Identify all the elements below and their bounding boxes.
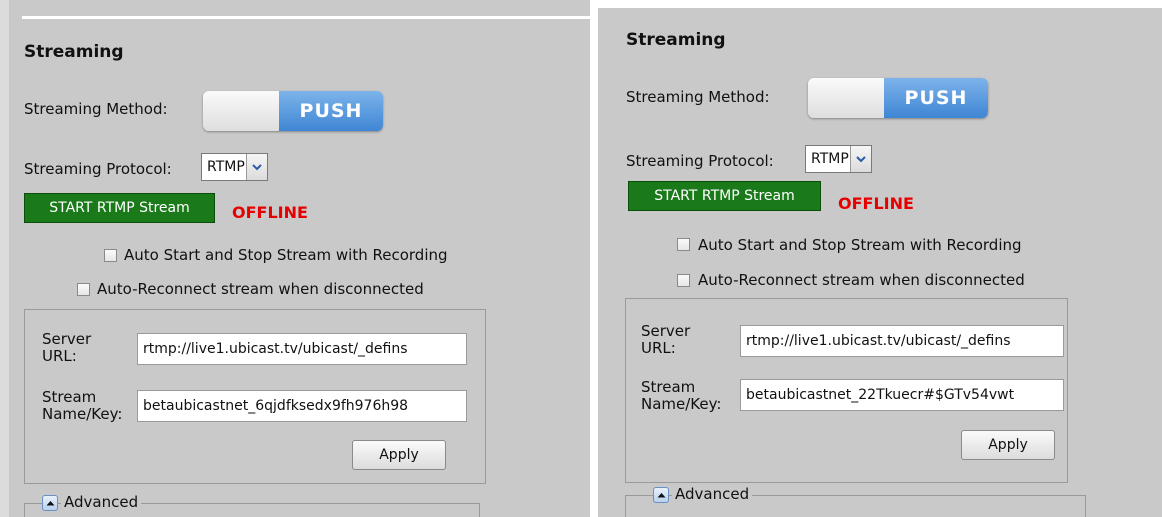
protocol-select[interactable]: RTMP [201,153,268,181]
chevron-up-icon[interactable] [42,495,58,511]
server-url-input[interactable]: rtmp://live1.ubicast.tv/ubicast/_defins [740,325,1064,357]
rtmp-settings-box: Server URL: rtmp://live1.ubicast.tv/ubic… [24,309,486,484]
apply-button[interactable]: Apply [352,440,446,470]
toggle-knob[interactable] [203,91,280,131]
advanced-fieldset-right-border [1085,495,1086,517]
stream-status-badge: OFFLINE [838,194,914,213]
streaming-panel-right: Streaming Streaming Method: PUSH Streami… [598,0,1162,517]
protocol-select-value: RTMP [207,159,245,175]
auto-reconnect-label: Auto-Reconnect stream when disconnected [698,271,1025,289]
toggle-push-label: PUSH [279,91,383,131]
auto-start-checkbox[interactable] [104,249,117,262]
auto-start-checkbox[interactable] [677,238,690,251]
streaming-method-label: Streaming Method: [24,100,168,118]
apply-button[interactable]: Apply [961,430,1055,460]
protocol-select[interactable]: RTMP [805,145,872,173]
rtmp-settings-box: Server URL: rtmp://live1.ubicast.tv/ubic… [625,298,1068,483]
server-url-input[interactable]: rtmp://live1.ubicast.tv/ubicast/_defins [137,333,467,365]
server-url-label: Server URL: [641,322,691,357]
start-rtmp-stream-button[interactable]: START RTMP Stream [628,181,821,211]
stream-key-input[interactable]: betaubicastnet_22Tkuecr#$GTv54vwt [740,379,1064,411]
streaming-protocol-label: Streaming Protocol: [24,160,172,178]
stream-status-badge: OFFLINE [232,203,308,222]
chevron-up-icon[interactable] [653,487,669,503]
stream-key-label: Stream Name/Key: [42,388,123,423]
protocol-select-value: RTMP [811,151,849,167]
streaming-method-toggle[interactable]: PUSH [203,91,383,131]
panel-top-divider [22,16,590,19]
advanced-fieldset-left-border [625,495,626,517]
advanced-section-label[interactable]: Advanced [61,493,142,511]
auto-reconnect-label: Auto-Reconnect stream when disconnected [97,280,424,298]
stream-key-label: Stream Name/Key: [641,378,722,413]
toggle-push-label: PUSH [884,78,988,118]
chevron-down-icon[interactable] [246,154,267,180]
streaming-method-label: Streaming Method: [626,88,770,106]
advanced-fieldset-left-border [24,503,25,517]
server-url-label: Server URL: [42,330,92,365]
streaming-protocol-label: Streaming Protocol: [626,152,774,170]
streaming-method-toggle[interactable]: PUSH [808,78,988,118]
chevron-down-icon[interactable] [850,146,871,172]
panel-top-gap [598,0,1162,8]
advanced-fieldset-right-border [479,503,480,517]
auto-reconnect-checkbox[interactable] [677,274,690,287]
advanced-section-label[interactable]: Advanced [672,485,753,503]
auto-reconnect-checkbox[interactable] [77,283,90,296]
panel-left-edge [0,0,9,517]
auto-start-label: Auto Start and Stop Stream with Recordin… [698,236,1022,254]
streaming-panel-left: Streaming Streaming Method: PUSH Streami… [0,0,590,517]
stream-key-input[interactable]: betaubicastnet_6qjdfksedx9fh976h98 [137,390,467,422]
start-rtmp-stream-button[interactable]: START RTMP Stream [24,193,215,223]
auto-start-label: Auto Start and Stop Stream with Recordin… [124,246,448,264]
toggle-knob[interactable] [808,78,885,118]
section-title: Streaming [626,30,726,50]
section-title: Streaming [24,42,124,62]
